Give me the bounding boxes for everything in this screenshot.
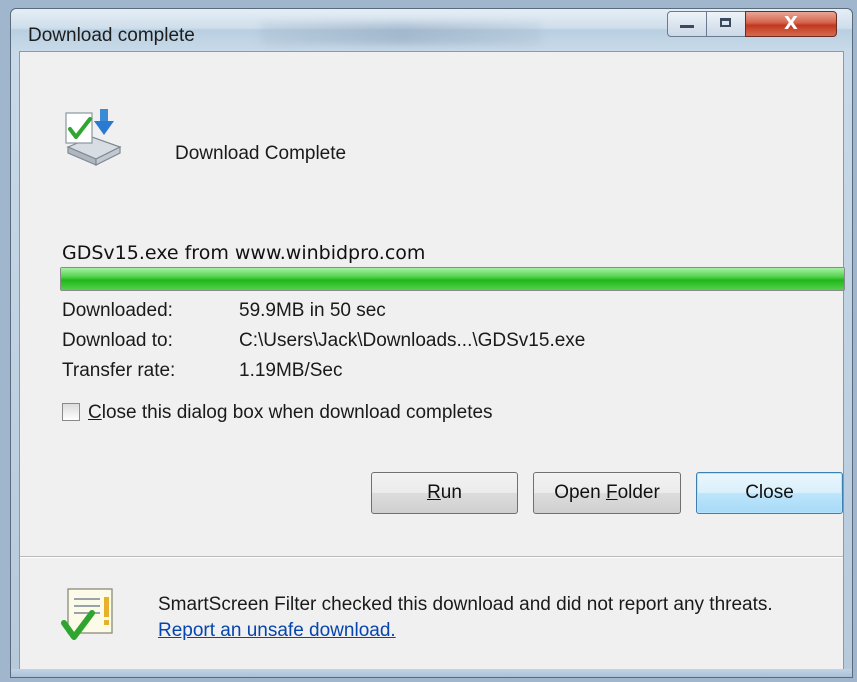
detail-row-transfer-rate: Transfer rate: 1.19MB/Sec <box>62 360 343 382</box>
detail-value: 59.9MB in 50 sec <box>239 300 386 321</box>
run-button[interactable]: Run <box>371 472 518 514</box>
detail-row-downloaded: Downloaded: 59.9MB in 50 sec <box>62 300 386 322</box>
title-bar[interactable]: Download complete X <box>11 9 852 51</box>
window-bottom-border <box>11 669 852 677</box>
minimize-button[interactable] <box>667 11 707 37</box>
divider <box>20 556 843 557</box>
smartscreen-check-icon <box>61 588 113 640</box>
detail-row-download-to: Download to: C:\Users\Jack\Downloads...\G… <box>62 330 585 352</box>
detail-value: C:\Users\Jack\Downloads...\GDSv15.exe <box>239 330 586 351</box>
minimize-icon <box>680 25 694 28</box>
download-complete-dialog: Download complete X Download Complete GD… <box>10 8 853 678</box>
smartscreen-text: SmartScreen Filter checked this download… <box>158 594 773 615</box>
detail-label: Download to: <box>62 330 173 351</box>
close-when-complete-checkbox[interactable] <box>62 403 80 421</box>
maximize-icon <box>720 18 731 27</box>
detail-value: 1.19MB/Sec <box>239 360 343 381</box>
close-window-button[interactable]: X <box>745 11 837 37</box>
download-complete-icon <box>65 109 122 166</box>
open-folder-button[interactable]: Open Folder <box>533 472 681 514</box>
detail-label: Downloaded: <box>62 300 173 321</box>
checkbox-label[interactable]: Close this dialog box when download comp… <box>88 402 493 423</box>
download-progress-fill <box>61 268 844 290</box>
window-title: Download complete <box>28 25 195 46</box>
smartscreen-message: SmartScreen Filter checked this download… <box>158 592 828 644</box>
dialog-heading: Download Complete <box>175 143 347 164</box>
close-when-complete-option[interactable]: Close this dialog box when download comp… <box>62 402 493 424</box>
close-icon: X <box>784 13 798 34</box>
title-background-blur <box>261 23 541 45</box>
dialog-client-area: Download Complete GDSv15.exe from www.wi… <box>19 51 845 671</box>
detail-label: Transfer rate: <box>62 360 176 381</box>
report-unsafe-download-link[interactable]: Report an unsafe download. <box>158 620 396 641</box>
download-progress-bar <box>60 267 845 291</box>
download-filename: GDSv15.exe from www.winbidpro.com <box>62 242 426 264</box>
maximize-button[interactable] <box>706 11 746 37</box>
close-button[interactable]: Close <box>696 472 843 514</box>
